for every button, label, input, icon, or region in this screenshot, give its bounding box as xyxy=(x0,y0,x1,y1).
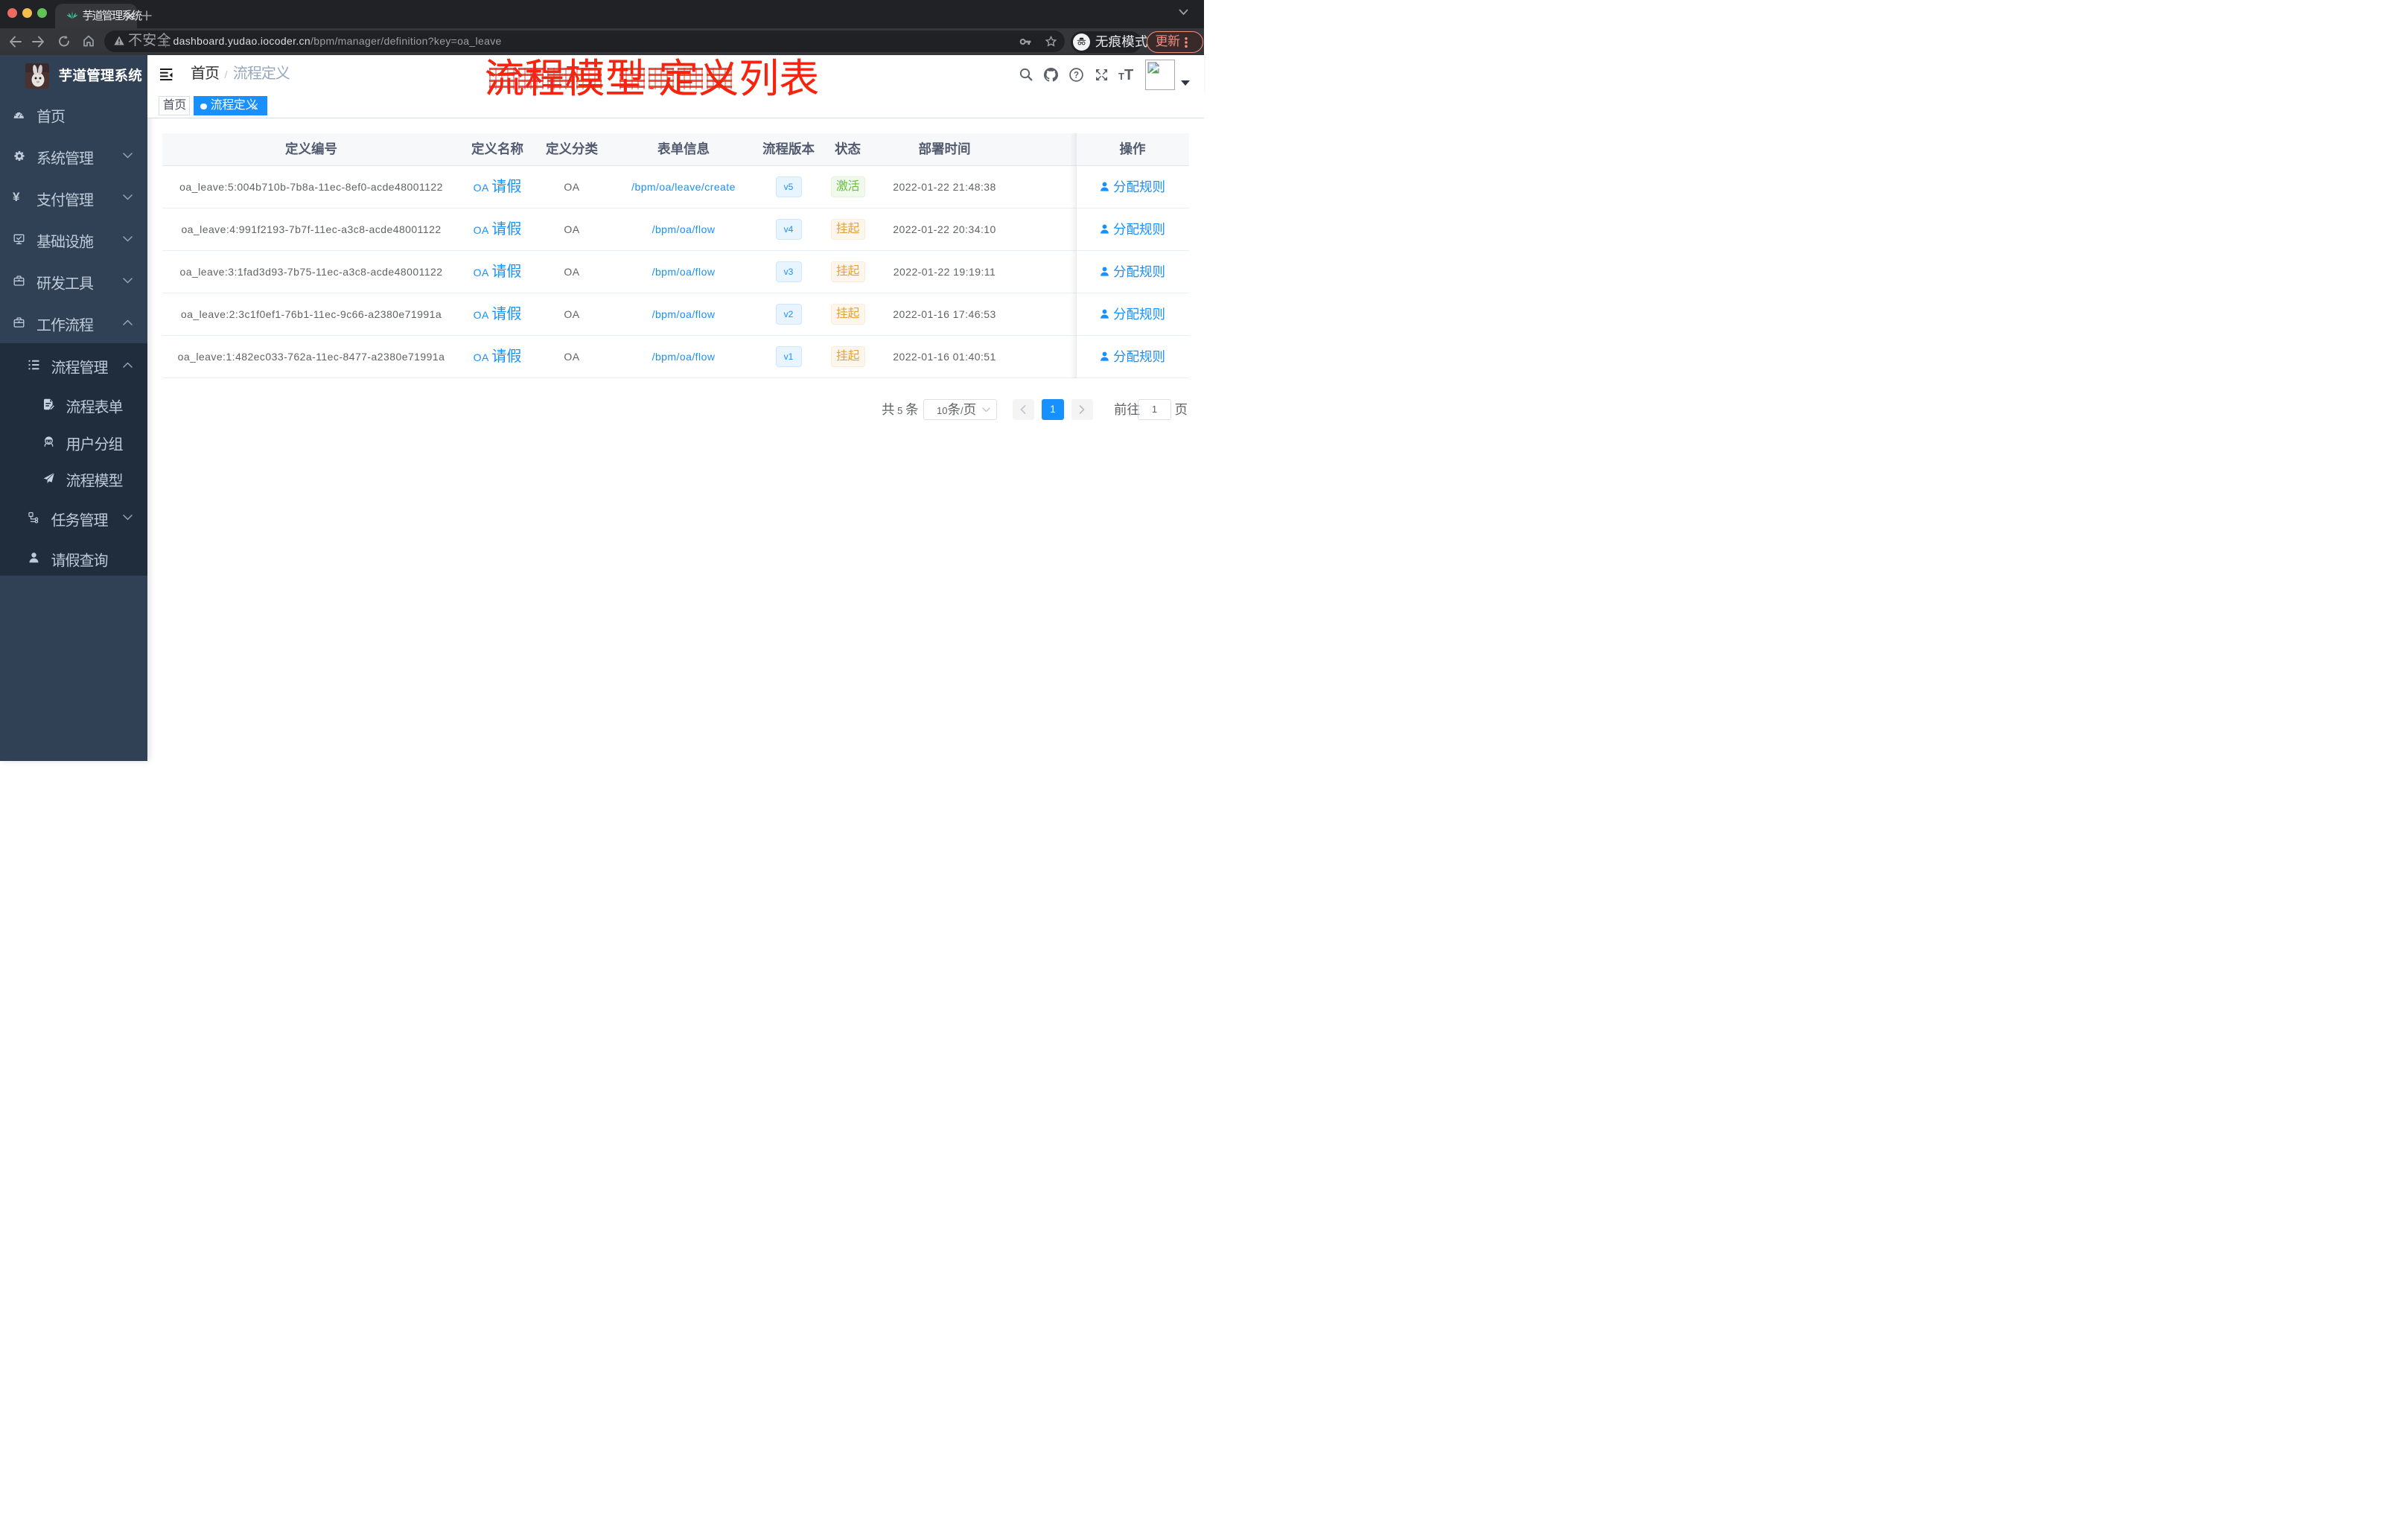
svg-text:?: ? xyxy=(1074,71,1079,80)
